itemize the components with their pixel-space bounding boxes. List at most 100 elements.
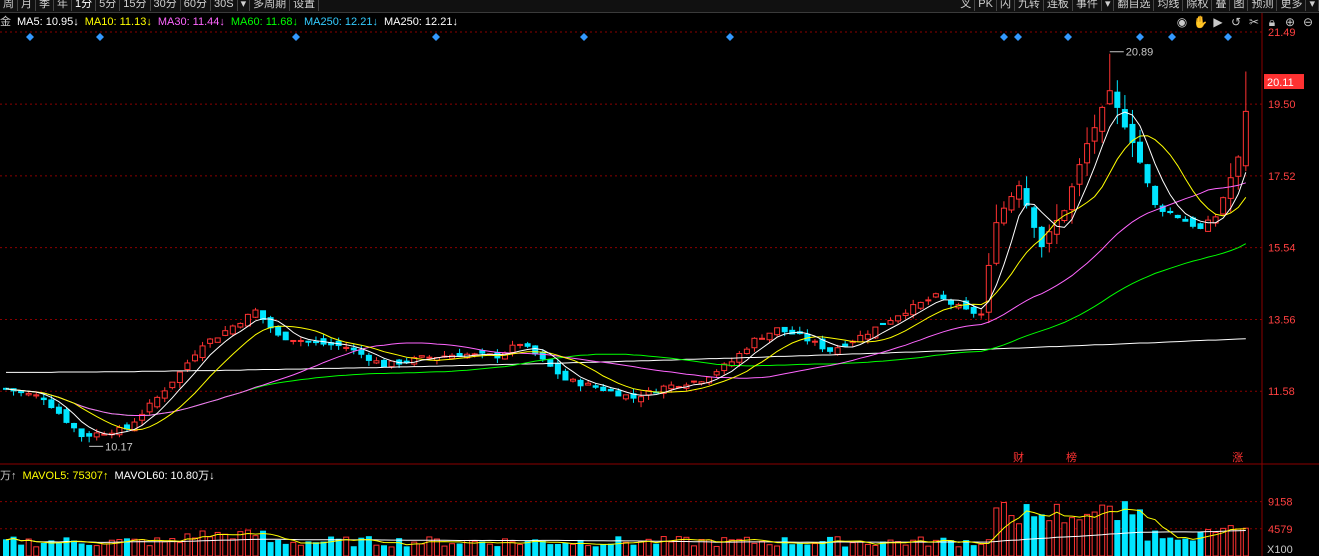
candle-body	[244, 313, 251, 327]
toolbar-right-item-5[interactable]: 事件	[1073, 0, 1102, 11]
toolbar-right-item-8[interactable]: 均线	[1154, 0, 1184, 11]
volume-bar	[312, 542, 319, 556]
volume-bar	[63, 537, 70, 556]
hand-icon[interactable]: ✋	[1193, 14, 1208, 30]
zoom-out-icon[interactable]: ⊖	[1301, 14, 1315, 30]
toolbar-right-item-13[interactable]: 更多	[1277, 0, 1307, 11]
volume-bar	[396, 538, 403, 556]
volume-bar	[539, 540, 546, 556]
toolbar-right-item-11[interactable]: 图	[1230, 0, 1249, 11]
volume-bar	[350, 546, 357, 556]
volume-bar	[1144, 540, 1151, 556]
toolbar-left-item-12[interactable]: 设置	[290, 0, 320, 11]
price-tick-label: 17.52	[1268, 171, 1296, 183]
candle-body	[622, 394, 629, 400]
volume-bar	[214, 531, 221, 556]
event-diamond-marker	[1168, 33, 1176, 41]
candle-body	[297, 339, 304, 342]
volume-bar	[796, 542, 803, 556]
eye-icon[interactable]: ◉	[1175, 14, 1189, 30]
candle-body	[948, 300, 954, 305]
toolbar-left-item-7[interactable]: 30分	[151, 0, 181, 11]
candle-body	[811, 340, 818, 343]
candle-body	[1106, 90, 1113, 105]
candle-body	[638, 396, 645, 403]
candle-body	[1182, 218, 1189, 222]
volume-bar	[71, 540, 78, 556]
ma250-line	[6, 338, 1246, 373]
toolbar-right-item-14[interactable]: ▾	[1306, 0, 1319, 11]
toolbar-right-item-12[interactable]: 预测	[1248, 0, 1278, 11]
price-tick-label: 11.58	[1268, 386, 1295, 398]
toolbar-left-item-3[interactable]: 年	[54, 0, 72, 11]
toolbar-left-item-4[interactable]: 1分	[72, 0, 97, 11]
candle-body	[184, 362, 191, 370]
volume-bar	[811, 543, 818, 556]
toolbar-right-item-10[interactable]: 叠	[1212, 0, 1231, 11]
lock-icon[interactable]: 🔒︎	[1265, 14, 1279, 30]
ma250b-label: MA250: 12.21↓	[383, 16, 458, 28]
volume-bar	[955, 546, 962, 556]
toolbar-left-item-1[interactable]: 月	[18, 0, 36, 11]
play-icon[interactable]: ▶	[1211, 14, 1225, 30]
candle-body	[1144, 164, 1151, 184]
candle-body	[358, 349, 365, 355]
price-tick-label: 13.56	[1268, 314, 1296, 326]
event-diamond-marker	[1014, 33, 1022, 41]
toolbar-right-item-9[interactable]: 除权	[1183, 0, 1213, 11]
volume-bar	[713, 545, 720, 556]
candle-body	[600, 386, 607, 392]
candle-body	[887, 320, 894, 325]
toolbar-right-item-6[interactable]: ▾	[1102, 0, 1115, 11]
volume-bar	[554, 543, 561, 556]
toolbar-left-item-10[interactable]: ▾	[238, 0, 251, 11]
toolbar-left-item-0[interactable]: 周	[0, 0, 18, 11]
toolbar-left-item-5[interactable]: 5分	[96, 0, 121, 11]
candle-body	[1227, 177, 1234, 199]
zoom-in-icon[interactable]: ⊕	[1283, 14, 1297, 30]
undo-icon[interactable]: ↺	[1229, 14, 1243, 30]
toolbar-right-item-4[interactable]: 连板	[1044, 0, 1073, 11]
candle-body	[562, 370, 569, 381]
candle-body	[25, 392, 32, 396]
toolbar-left-item-8[interactable]: 60分	[181, 0, 211, 11]
candle-body	[539, 351, 546, 360]
volume-bar	[759, 541, 765, 556]
candle-body	[774, 327, 781, 336]
volume-bar	[895, 541, 902, 556]
candle-body	[1023, 188, 1030, 206]
price-tick-label: 19.50	[1268, 99, 1296, 111]
toolbar-left-item-9[interactable]: 30S	[211, 0, 238, 11]
volume-bar	[842, 546, 849, 556]
volume-bar	[305, 541, 312, 556]
candle-body	[290, 339, 297, 342]
candle-body	[759, 337, 765, 340]
volume-bar	[592, 546, 599, 556]
candle-body	[93, 432, 100, 438]
candle-body	[940, 294, 947, 300]
candle-body	[207, 338, 214, 344]
toolbar-left-item-6[interactable]: 15分	[120, 0, 151, 11]
volume-bar	[1159, 538, 1166, 556]
volume-bar	[781, 537, 788, 556]
toolbar-right-item-2[interactable]: 闪	[997, 0, 1015, 11]
toolbar-right-item-0[interactable]: 叉	[957, 0, 976, 11]
toolbar-left-item-2[interactable]: 季	[36, 0, 54, 11]
candle-body	[373, 360, 380, 364]
candle-body	[40, 397, 47, 401]
volume-bar	[1167, 537, 1174, 556]
candle-body	[1091, 127, 1098, 142]
scissors-icon[interactable]: ✂	[1247, 14, 1261, 30]
volume-bar	[275, 539, 282, 556]
toolbar-right-item-1[interactable]: PK	[975, 0, 997, 11]
candle-body	[365, 354, 372, 361]
toolbar-right-item-7[interactable]: 翻自选	[1114, 0, 1155, 11]
volume-bar	[872, 545, 879, 556]
toolbar-left-item-11[interactable]: 多周期	[250, 0, 291, 11]
candle-body	[925, 299, 932, 302]
toolbar-right-item-3[interactable]: 九转	[1015, 0, 1044, 11]
volume-bar	[199, 530, 206, 556]
volume-bar	[509, 541, 516, 556]
candle-body	[48, 399, 55, 409]
candle-body	[570, 378, 576, 382]
